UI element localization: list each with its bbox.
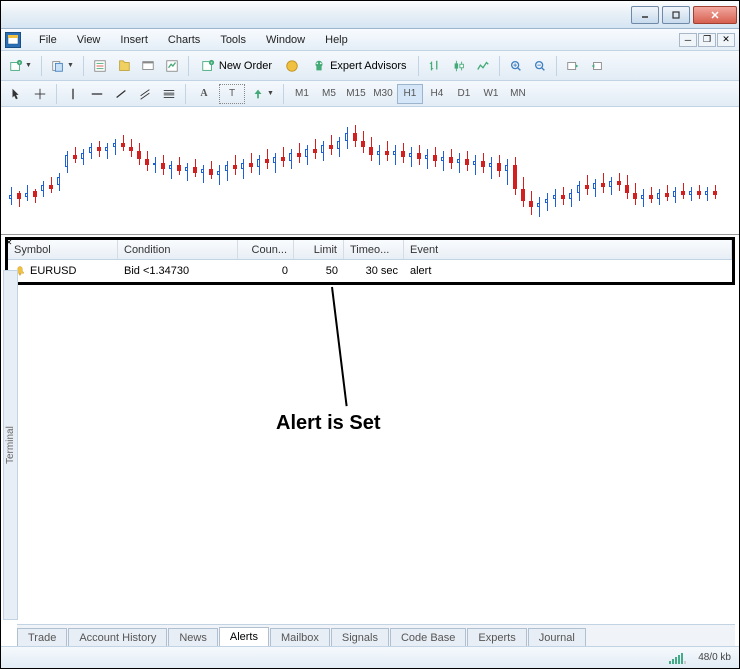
new-order-button[interactable]: + New Order — [194, 55, 279, 77]
profiles-button[interactable]: ▼ — [47, 55, 78, 77]
vertical-line-button[interactable] — [62, 83, 84, 105]
horizontal-line-button[interactable] — [86, 83, 108, 105]
alert-symbol: EURUSD — [30, 265, 76, 277]
alerts-table-header: Symbol Condition Coun... Limit Timeo... … — [8, 240, 732, 260]
tab-trade[interactable]: Trade — [17, 628, 67, 647]
header-limit[interactable]: Limit — [294, 240, 344, 259]
status-transfer: 48/0 kb — [698, 652, 731, 663]
timeframe-h1[interactable]: H1 — [397, 84, 423, 104]
timeframe-w1[interactable]: W1 — [478, 84, 504, 104]
menu-tools[interactable]: Tools — [210, 32, 256, 48]
menu-window[interactable]: Window — [256, 32, 315, 48]
maximize-button[interactable] — [662, 6, 690, 24]
timeframe-m30[interactable]: M30 — [370, 84, 396, 104]
tab-mailbox[interactable]: Mailbox — [270, 628, 330, 647]
timeframe-mn[interactable]: MN — [505, 84, 531, 104]
menubar: File View Insert Charts Tools Window Hel… — [1, 29, 739, 51]
new-chart-button[interactable]: +▼ — [5, 55, 36, 77]
fibonacci-button[interactable] — [158, 83, 180, 105]
terminal-button[interactable] — [137, 55, 159, 77]
alert-limit: 50 — [294, 263, 344, 279]
header-condition[interactable]: Condition — [118, 240, 238, 259]
terminal-panel: ✕ Symbol Condition Coun... Limit Timeo..… — [1, 237, 739, 567]
annotation-area: Alert is Set — [1, 287, 739, 567]
metaquotes-button[interactable] — [281, 55, 303, 77]
arrows-button[interactable]: ▼ — [247, 83, 278, 105]
timeframe-d1[interactable]: D1 — [451, 84, 477, 104]
menu-file[interactable]: File — [29, 32, 67, 48]
navigator-button[interactable] — [113, 55, 135, 77]
candle-chart-button[interactable] — [448, 55, 470, 77]
statusbar: 48/0 kb — [1, 646, 739, 668]
svg-text:+: + — [210, 60, 213, 65]
tab-experts[interactable]: Experts — [467, 628, 526, 647]
bar-chart-button[interactable] — [424, 55, 446, 77]
main-toolbar: +▼ ▼ + New Order Expert Advisors — [1, 51, 739, 81]
header-timeout[interactable]: Timeo... — [344, 240, 404, 259]
window-titlebar — [1, 1, 739, 29]
tab-account-history[interactable]: Account History — [68, 628, 167, 647]
drawing-toolbar: A T ▼ M1M5M15M30H1H4D1W1MN — [1, 81, 739, 107]
app-icon — [5, 32, 21, 48]
text-label-button[interactable]: T — [219, 84, 245, 104]
expert-advisors-button[interactable]: Expert Advisors — [305, 55, 413, 77]
alert-timeout: 30 sec — [344, 263, 404, 279]
menu-insert[interactable]: Insert — [110, 32, 158, 48]
tab-alerts[interactable]: Alerts — [219, 627, 269, 647]
equidistant-channel-button[interactable] — [134, 83, 156, 105]
sub-minimize-button[interactable]: ─ — [679, 33, 697, 47]
alert-counter: 0 — [238, 263, 294, 279]
timeframe-m5[interactable]: M5 — [316, 84, 342, 104]
panel-close-icon[interactable]: ✕ — [4, 237, 14, 247]
menu-help[interactable]: Help — [315, 32, 358, 48]
tab-journal[interactable]: Journal — [528, 628, 586, 647]
terminal-tabs: TradeAccount HistoryNewsAlertsMailboxSig… — [17, 624, 735, 646]
alert-condition: Bid <1.34730 — [118, 263, 238, 279]
chart-shift-button[interactable] — [586, 55, 608, 77]
minimize-button[interactable] — [631, 6, 659, 24]
tab-news[interactable]: News — [168, 628, 218, 647]
auto-scroll-button[interactable] — [562, 55, 584, 77]
zoom-in-button[interactable] — [505, 55, 527, 77]
timeframe-m1[interactable]: M1 — [289, 84, 315, 104]
annotation-line — [331, 287, 348, 406]
sub-close-button[interactable]: ✕ — [717, 33, 735, 47]
price-chart[interactable] — [1, 107, 739, 235]
connection-bars-icon — [669, 652, 686, 664]
alert-event: alert — [404, 263, 732, 279]
expert-advisors-label: Expert Advisors — [330, 60, 406, 72]
tab-signals[interactable]: Signals — [331, 628, 389, 647]
close-button[interactable] — [693, 6, 737, 24]
alerts-highlight-box: Symbol Condition Coun... Limit Timeo... … — [5, 237, 735, 285]
svg-text:+: + — [18, 60, 21, 65]
timeframe-m15[interactable]: M15 — [343, 84, 369, 104]
cursor-button[interactable] — [5, 83, 27, 105]
zoom-out-button[interactable] — [529, 55, 551, 77]
strategy-tester-button[interactable] — [161, 55, 183, 77]
header-symbol[interactable]: Symbol — [8, 240, 118, 259]
tab-code-base[interactable]: Code Base — [390, 628, 466, 647]
terminal-side-label[interactable]: Terminal — [3, 270, 18, 620]
annotation-text: Alert is Set — [276, 412, 380, 435]
menu-view[interactable]: View — [67, 32, 111, 48]
crosshair-button[interactable] — [29, 83, 51, 105]
trendline-button[interactable] — [110, 83, 132, 105]
text-tool-button[interactable]: A — [191, 84, 217, 104]
timeframe-h4[interactable]: H4 — [424, 84, 450, 104]
header-event[interactable]: Event — [404, 240, 732, 259]
line-chart-button[interactable] — [472, 55, 494, 77]
header-counter[interactable]: Coun... — [238, 240, 294, 259]
menu-charts[interactable]: Charts — [158, 32, 210, 48]
new-order-label: New Order — [219, 60, 272, 72]
alert-row[interactable]: EURUSD Bid <1.34730 0 50 30 sec alert — [8, 260, 732, 282]
sub-restore-button[interactable]: ❐ — [698, 33, 716, 47]
market-watch-button[interactable] — [89, 55, 111, 77]
